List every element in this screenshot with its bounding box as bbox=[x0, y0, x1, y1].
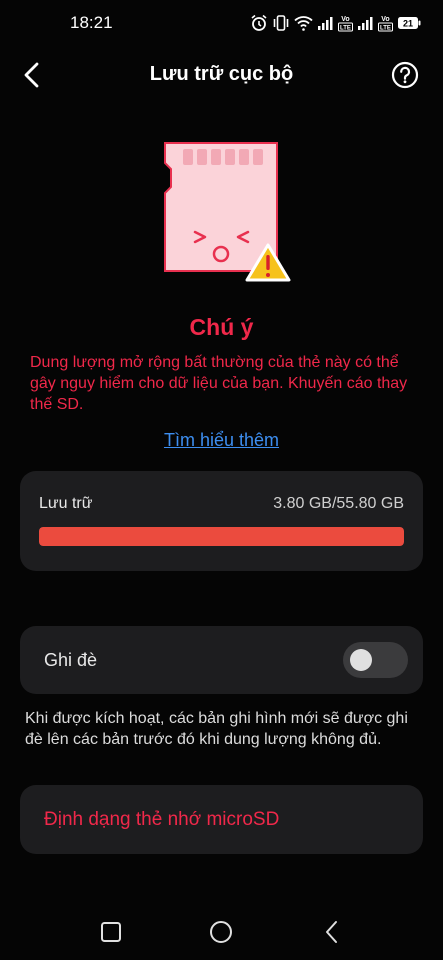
overwrite-label: Ghi đè bbox=[44, 650, 98, 670]
svg-text:LTE: LTE bbox=[340, 26, 351, 32]
signal-icon bbox=[358, 17, 373, 30]
volte-icon: Vo LTE bbox=[338, 16, 353, 32]
svg-text:21: 21 bbox=[403, 19, 413, 29]
overwrite-toggle[interactable] bbox=[343, 642, 408, 678]
storage-label: Lưu trữ bbox=[39, 495, 93, 512]
status-bar: 18:21 Vo LTE Vo LTE 21 bbox=[0, 0, 443, 44]
wifi-icon bbox=[294, 16, 313, 31]
back-triangle-icon[interactable] bbox=[318, 918, 346, 946]
format-sd-button[interactable]: Định dạng thẻ nhớ microSD bbox=[20, 785, 423, 854]
help-circle-icon[interactable] bbox=[391, 61, 419, 89]
alarm-icon bbox=[251, 14, 267, 31]
home-circle-icon[interactable] bbox=[207, 918, 235, 946]
storage-progress-fill bbox=[39, 527, 404, 546]
warning-title: Chú ý bbox=[189, 314, 254, 340]
navigation-bar bbox=[0, 900, 443, 960]
overwrite-card: Ghi đè bbox=[20, 626, 423, 694]
svg-text:Vo: Vo bbox=[381, 16, 389, 23]
sd-card-warning-icon bbox=[164, 142, 291, 282]
overwrite-description: Khi được kích hoạt, các bản ghi hình mới… bbox=[25, 710, 408, 748]
app-header: Lưu trữ cục bộ bbox=[0, 50, 443, 100]
page-title: Lưu trữ cục bộ bbox=[149, 63, 294, 85]
storage-progress-bar bbox=[39, 527, 404, 546]
warning-message: Dung lượng mở rộng bất thường của thẻ nà… bbox=[30, 354, 408, 413]
svg-text:LTE: LTE bbox=[380, 26, 391, 32]
status-icons: Vo LTE Vo LTE 21 bbox=[250, 14, 421, 32]
recents-square-icon[interactable] bbox=[97, 918, 125, 946]
learn-more-link[interactable]: Tìm hiểu thêm bbox=[0, 430, 443, 451]
vibrate-icon bbox=[273, 15, 289, 31]
storage-value: 3.80 GB/55.80 GB bbox=[273, 495, 404, 512]
signal-icon bbox=[318, 17, 333, 30]
volte-icon: Vo LTE bbox=[378, 16, 393, 32]
svg-text:Vo: Vo bbox=[341, 16, 349, 23]
battery-icon: 21 bbox=[398, 17, 421, 29]
storage-card: Lưu trữ 3.80 GB/55.80 GB bbox=[20, 471, 423, 571]
format-sd-label: Định dạng thẻ nhớ microSD bbox=[44, 809, 280, 830]
toggle-knob bbox=[350, 649, 372, 671]
status-time: 18:21 bbox=[70, 13, 113, 32]
